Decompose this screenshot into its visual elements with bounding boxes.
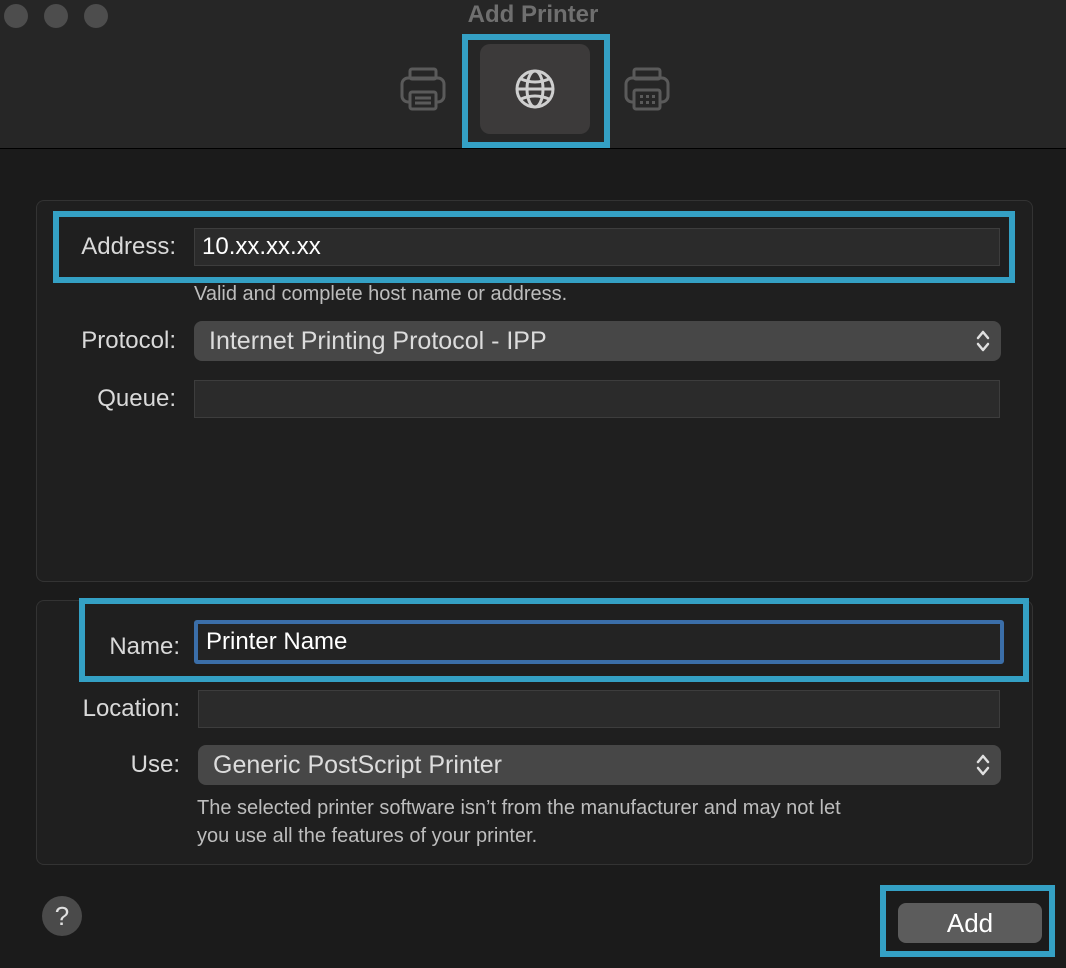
use-hint-line-2: you use all the features of your printer… (197, 825, 538, 847)
use-hint-line-1: The selected printer software isn’t from… (197, 797, 841, 819)
help-button[interactable]: ? (42, 896, 82, 936)
titlebar: Add Printer (0, 0, 1066, 149)
address-label: Address: (81, 233, 176, 260)
chevron-up-down-icon (975, 321, 991, 361)
name-input[interactable] (194, 620, 1004, 664)
address-hint: Valid and complete host name or address. (194, 283, 568, 305)
location-input[interactable] (198, 690, 1000, 728)
queue-input[interactable] (194, 380, 1000, 418)
chevron-up-down-icon (975, 745, 991, 785)
globe-icon (515, 69, 555, 109)
use-select-value: Generic PostScript Printer (213, 751, 502, 779)
windows-printer-tab[interactable] (620, 62, 674, 116)
queue-label: Queue: (97, 385, 176, 412)
ip-printer-tab[interactable] (480, 44, 590, 134)
printer-icon (400, 67, 446, 111)
address-input[interactable] (194, 228, 1000, 266)
protocol-select[interactable]: Internet Printing Protocol - IPP (194, 321, 1001, 361)
window-title: Add Printer (467, 1, 599, 28)
use-label: Use: (130, 751, 180, 778)
protocol-label: Protocol: (81, 327, 176, 354)
protocol-select-value: Internet Printing Protocol - IPP (209, 327, 547, 355)
add-button[interactable]: Add (898, 903, 1042, 943)
location-label: Location: (82, 695, 180, 722)
default-printer-tab[interactable] (396, 62, 450, 116)
use-select[interactable]: Generic PostScript Printer (198, 745, 1001, 785)
name-label: Name: (109, 633, 180, 660)
printer-fax-icon (624, 67, 670, 111)
